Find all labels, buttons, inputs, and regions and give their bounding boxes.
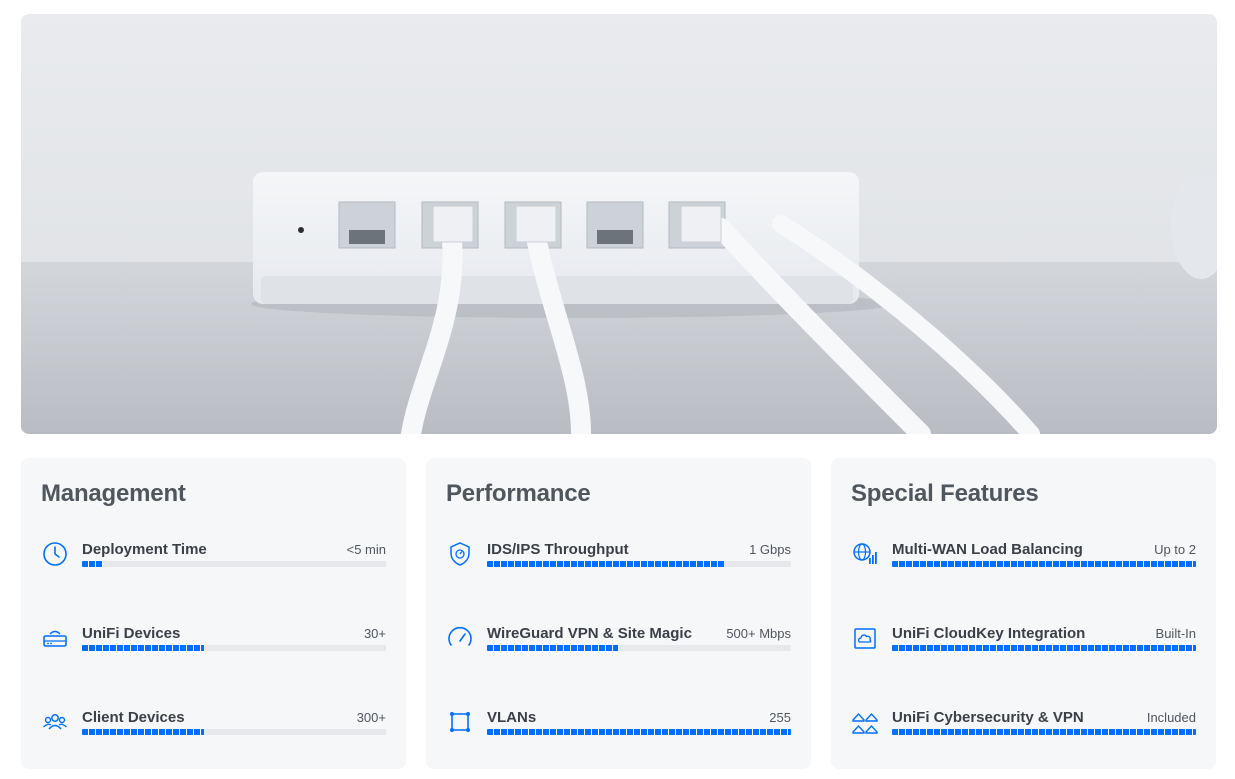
device-icon xyxy=(41,624,69,652)
card-performance: Performance IDS/IPS Throughput 1 Gbps Wi… xyxy=(426,458,811,769)
stat-label: VLANs xyxy=(487,709,537,726)
card-title: Management xyxy=(41,480,186,507)
card-title: Special Features xyxy=(851,480,1039,507)
stat-value: 30+ xyxy=(363,626,386,641)
stat-value: 255 xyxy=(769,710,791,725)
stat-value: Built-In xyxy=(1155,626,1196,641)
stat-bar-fill xyxy=(82,561,104,567)
stat-row-deployment-time: Deployment Time <5 min xyxy=(41,540,386,580)
stat-bar-fill xyxy=(892,729,1196,735)
stat-value: Included xyxy=(1146,710,1196,725)
card-title: Performance xyxy=(446,480,591,507)
gauge-icon xyxy=(446,624,474,652)
vlan-icon xyxy=(446,708,474,736)
stat-bar xyxy=(892,729,1196,735)
stat-bar-fill xyxy=(487,729,791,735)
stat-bar xyxy=(892,561,1196,567)
stat-label: WireGuard VPN & Site Magic xyxy=(487,625,692,642)
stat-row-ids-ips: IDS/IPS Throughput 1 Gbps xyxy=(446,540,791,580)
cloudkey-icon xyxy=(851,624,879,652)
stat-label: UniFi CloudKey Integration xyxy=(892,625,1086,642)
stat-row-cloudkey: UniFi CloudKey Integration Built-In xyxy=(851,624,1196,664)
stat-bar-fill xyxy=(82,645,204,651)
stat-bar xyxy=(487,645,791,651)
stat-bar xyxy=(82,645,386,651)
stat-value: 500+ Mbps xyxy=(726,626,791,641)
stat-row-vlans: VLANs 255 xyxy=(446,708,791,748)
stat-value: Up to 2 xyxy=(1154,542,1196,557)
stat-label: Multi-WAN Load Balancing xyxy=(892,541,1083,558)
stat-bar-fill xyxy=(892,645,1196,651)
stat-row-unifi-devices: UniFi Devices 30+ xyxy=(41,624,386,664)
stat-row-cybersecurity: UniFi Cybersecurity & VPN Included xyxy=(851,708,1196,748)
stat-row-client-devices: Client Devices 300+ xyxy=(41,708,386,748)
router-photo xyxy=(21,14,1217,434)
stat-label: Client Devices xyxy=(82,709,185,726)
card-special-features: Special Features Multi-WAN Load Balancin… xyxy=(831,458,1216,769)
stat-value: 300+ xyxy=(356,710,386,725)
stat-label: UniFi Cybersecurity & VPN xyxy=(892,709,1084,726)
stat-bar xyxy=(487,561,791,567)
stat-bar xyxy=(892,645,1196,651)
stat-row-multi-wan: Multi-WAN Load Balancing Up to 2 xyxy=(851,540,1196,580)
stat-bar-fill xyxy=(82,729,204,735)
card-management: Management Deployment Time <5 min UniFi … xyxy=(21,458,406,769)
users-icon xyxy=(41,708,69,736)
stat-bar xyxy=(82,561,386,567)
stat-bar xyxy=(82,729,386,735)
stat-label: IDS/IPS Throughput xyxy=(487,541,629,558)
stat-bar-fill xyxy=(487,645,618,651)
stat-bar-fill xyxy=(892,561,1196,567)
stat-label: Deployment Time xyxy=(82,541,207,558)
stat-label: UniFi Devices xyxy=(82,625,181,642)
globe-signal-icon xyxy=(851,540,879,568)
stat-bar xyxy=(487,729,791,735)
stat-value: <5 min xyxy=(346,542,386,557)
clock-icon xyxy=(41,540,69,568)
cybersecurity-icon xyxy=(851,708,879,736)
stat-bar-fill xyxy=(487,561,725,567)
shield-icon xyxy=(446,540,474,568)
stat-row-wireguard: WireGuard VPN & Site Magic 500+ Mbps xyxy=(446,624,791,664)
hero-image xyxy=(21,14,1217,434)
stat-value: 1 Gbps xyxy=(749,542,791,557)
